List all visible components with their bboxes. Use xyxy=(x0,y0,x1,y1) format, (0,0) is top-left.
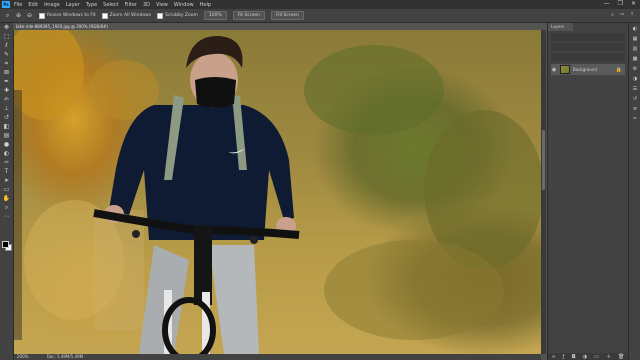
layers-panel: Layers ◉ Background 🔒 ∞ ƒ ◘ ◑ ▭ ＋ 🗑 xyxy=(547,23,628,360)
search-icon[interactable]: ⌕ xyxy=(611,12,614,18)
status-bar: 200% Doc: 5.49M/5.49M xyxy=(14,354,541,360)
foreground-color-swatch[interactable] xyxy=(2,241,9,248)
dodge-icon[interactable]: ◐ xyxy=(2,150,11,158)
menu-3d[interactable]: 3D xyxy=(143,2,150,8)
layer-background[interactable]: ◉ Background 🔒 xyxy=(551,64,625,75)
swatches-panel-icon[interactable]: ▦ xyxy=(631,36,639,43)
zoom-tool-icon[interactable]: ⌕ xyxy=(4,12,11,19)
more-icon[interactable]: ⋯ xyxy=(2,213,11,221)
fill-screen-button[interactable]: Fill Screen xyxy=(270,11,304,20)
options-right: ⌕ ▭ ⇪ xyxy=(611,12,634,18)
blur-icon[interactable]: ● xyxy=(2,141,11,149)
gradients-panel-icon[interactable]: ▥ xyxy=(631,46,639,53)
fx-icon[interactable]: ƒ xyxy=(563,354,565,360)
adjustments-panel-icon[interactable]: ◑ xyxy=(631,76,639,83)
menu-help[interactable]: Help xyxy=(200,2,211,8)
zoom-all-checkbox[interactable]: Zoom All Windows xyxy=(101,12,152,19)
options-bar: ⌕ ⊕ ⊖ Resize Windows to Fit Zoom All Win… xyxy=(0,9,640,23)
quick-select-icon[interactable]: ✎ xyxy=(2,51,11,59)
scrubby-zoom-checkbox[interactable]: Scrubby Zoom xyxy=(157,12,198,19)
lock-icon: 🔒 xyxy=(615,66,622,73)
menu-layer[interactable]: Layer xyxy=(66,2,80,8)
folder-icon[interactable]: ▭ xyxy=(594,354,599,360)
close-icon[interactable]: ✕ xyxy=(631,0,636,7)
healing-icon[interactable]: ✚ xyxy=(2,87,11,95)
zoom-icon[interactable]: ⌕ xyxy=(2,204,11,212)
menu-window[interactable]: Window xyxy=(174,2,194,8)
patterns-panel-icon[interactable]: ▩ xyxy=(631,56,639,63)
marquee-icon[interactable]: ⬚ xyxy=(2,33,11,41)
menu-view[interactable]: View xyxy=(156,2,168,8)
image-canvas[interactable] xyxy=(14,30,541,354)
layers-footer: ∞ ƒ ◘ ◑ ▭ ＋ 🗑 xyxy=(548,353,628,360)
gradient-icon[interactable]: ▤ xyxy=(2,132,11,140)
color-panel-icon[interactable]: ◐ xyxy=(631,26,639,33)
checkbox-box[interactable] xyxy=(39,12,45,19)
share-icon[interactable]: ⇪ xyxy=(630,12,634,18)
tools-panel: ✥ ⬚ ℓ ✎ ⌗ ⊠ ✒ ✚ ✍ ⊥ ↺ ◧ ▤ ● ◐ ✑ T ➤ ▭ ✋ … xyxy=(0,23,14,360)
lasso-icon[interactable]: ℓ xyxy=(2,42,11,50)
window-controls: — ❐ ✕ xyxy=(604,0,636,7)
eye-icon[interactable]: ◉ xyxy=(551,67,557,73)
stamp-icon[interactable]: ⊥ xyxy=(2,105,11,113)
scrubby-zoom-label: Scrubby Zoom xyxy=(165,13,198,18)
checkbox-box[interactable] xyxy=(101,12,108,19)
zoom-out-icon[interactable]: ⊖ xyxy=(26,12,33,19)
brush-icon[interactable]: ✍ xyxy=(2,96,11,104)
resize-windows-checkbox[interactable]: Resize Windows to Fit xyxy=(39,12,96,19)
zoom-all-label: Zoom All Windows xyxy=(109,13,152,18)
fit-screen-button[interactable]: Fit Screen xyxy=(232,11,265,20)
frame-icon[interactable]: ⊠ xyxy=(2,69,11,77)
type-icon[interactable]: T xyxy=(2,168,11,176)
minimize-icon[interactable]: — xyxy=(604,0,610,7)
libraries-panel-icon[interactable]: ☰ xyxy=(631,86,639,93)
eyedropper-icon[interactable]: ✒ xyxy=(2,78,11,86)
properties-panel-icon[interactable]: ⚙ xyxy=(631,66,639,73)
history-brush-icon[interactable]: ↺ xyxy=(2,114,11,122)
layer-thumbnail xyxy=(560,65,570,74)
menu-image[interactable]: Image xyxy=(44,2,60,8)
mask-icon[interactable]: ◘ xyxy=(572,354,576,360)
vertical-scrollbar[interactable] xyxy=(541,30,546,354)
history-panel-icon[interactable]: ↺ xyxy=(631,96,639,103)
blend-mode-row[interactable] xyxy=(551,43,625,51)
menu-edit[interactable]: Edit xyxy=(28,2,38,8)
photo-content xyxy=(14,30,541,354)
checkbox-box[interactable] xyxy=(157,12,164,19)
layer-filter-row[interactable] xyxy=(551,33,625,41)
menu-type[interactable]: Type xyxy=(86,2,97,8)
adjustment-icon[interactable]: ◑ xyxy=(583,354,587,360)
move-icon[interactable]: ✥ xyxy=(2,24,11,32)
layer-name: Background xyxy=(573,67,597,72)
restore-icon[interactable]: ❐ xyxy=(618,0,623,7)
resize-windows-label: Resize Windows to Fit xyxy=(47,13,96,18)
paths-panel-icon[interactable]: ✑ xyxy=(631,116,639,123)
menu-file[interactable]: File xyxy=(14,2,22,8)
zoom-100-button[interactable]: 100% xyxy=(203,11,227,20)
panel-icons-strip: ◐ ▦ ▥ ▩ ⚙ ◑ ☰ ↺ ≡ ✑ xyxy=(628,23,640,360)
hand-icon[interactable]: ✋ xyxy=(2,195,11,203)
link-icon[interactable]: ∞ xyxy=(552,354,556,360)
crop-icon[interactable]: ⌗ xyxy=(2,60,11,68)
path-select-icon[interactable]: ➤ xyxy=(2,177,11,185)
eraser-icon[interactable]: ◧ xyxy=(2,123,11,131)
shape-icon[interactable]: ▭ xyxy=(2,186,11,194)
layers-tab[interactable]: Layers xyxy=(548,23,573,31)
new-layer-icon[interactable]: ＋ xyxy=(606,353,611,360)
menu-filter[interactable]: Filter xyxy=(125,2,137,8)
trash-icon[interactable]: 🗑 xyxy=(618,354,624,360)
lock-row[interactable] xyxy=(551,53,625,61)
channels-panel-icon[interactable]: ≡ xyxy=(631,106,639,113)
scroll-thumb[interactable] xyxy=(542,130,545,190)
workspace-icon[interactable]: ▭ xyxy=(620,12,624,18)
document-tab[interactable]: bike ride-889395_1920.jpg @ 200% (RGB/8#… xyxy=(13,23,136,30)
menu-select[interactable]: Select xyxy=(103,2,118,8)
zoom-level[interactable]: 200% xyxy=(17,354,28,359)
menu-bar: Ps File Edit Image Layer Type Select Fil… xyxy=(0,0,640,9)
zoom-in-icon[interactable]: ⊕ xyxy=(15,12,22,19)
pen-icon[interactable]: ✑ xyxy=(2,159,11,167)
doc-info: Doc: 5.49M/5.49M xyxy=(46,354,84,359)
photoshop-logo: Ps xyxy=(2,1,10,8)
